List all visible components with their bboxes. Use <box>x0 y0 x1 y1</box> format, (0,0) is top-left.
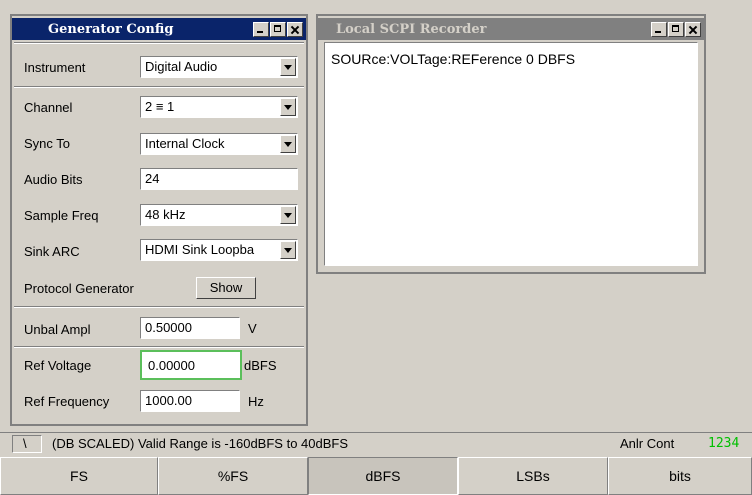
instrument-label: Instrument <box>24 60 86 75</box>
analyzer-mode: Anlr Cont <box>620 436 675 451</box>
chevron-down-icon[interactable] <box>280 135 296 153</box>
scpi-recorder-titlebar[interactable]: Local SCPI Recorder <box>318 18 704 40</box>
backslash-icon: \ <box>23 436 27 451</box>
sample-freq-select[interactable]: 48 kHz <box>140 204 298 226</box>
status-bar: \ (DB SCALED) Valid Range is -160dBFS to… <box>0 432 752 456</box>
divider <box>14 306 304 308</box>
scpi-command-line: SOURce:VOLTage:REFerence 0 DBFS <box>331 51 576 67</box>
chevron-down-icon[interactable] <box>280 206 296 224</box>
audio-bits-field[interactable]: 24 <box>140 168 298 190</box>
sink-arc-select[interactable]: HDMI Sink Loopba <box>140 239 298 261</box>
sync-to-label: Sync To <box>24 136 71 151</box>
sink-arc-label: Sink ARC <box>24 244 80 259</box>
generator-config-titlebar[interactable]: Generator Config <box>12 18 306 40</box>
chevron-down-icon[interactable] <box>280 58 296 76</box>
minimize-icon[interactable] <box>253 21 269 37</box>
softkey-bar: FS %FS dBFS LSBs bits <box>0 457 752 495</box>
audio-bits-label: Audio Bits <box>24 172 83 187</box>
scpi-recorder-window: Local SCPI Recorder SOURce:VOLTage:REFer… <box>316 14 706 274</box>
sync-to-value: Internal Clock <box>145 136 225 151</box>
instrument-value: Digital Audio <box>145 59 218 74</box>
scpi-recorder-title: Local SCPI Recorder <box>336 21 487 37</box>
chevron-down-icon[interactable] <box>280 98 296 116</box>
ref-voltage-label: Ref Voltage <box>24 358 92 373</box>
status-indicator: \ <box>12 435 42 453</box>
ref-frequency-field[interactable]: 1000.00 <box>140 390 240 412</box>
softkey-dbfs[interactable]: dBFS <box>308 457 458 495</box>
channel-label: Channel <box>24 100 73 115</box>
maximize-icon[interactable] <box>270 21 286 37</box>
protocol-generator-show-button[interactable]: Show <box>196 277 256 299</box>
ref-voltage-value: 0.00000 <box>148 358 195 373</box>
unbal-ampl-field[interactable]: 0.50000 <box>140 317 240 339</box>
divider <box>14 346 304 348</box>
ref-frequency-label: Ref Frequency <box>24 394 110 409</box>
unbal-ampl-value: 0.50000 <box>145 320 192 335</box>
ref-frequency-value: 1000.00 <box>145 393 192 408</box>
scpi-recorder-log[interactable]: SOURce:VOLTage:REFerence 0 DBFS <box>324 42 698 266</box>
status-message: (DB SCALED) Valid Range is -160dBFS to 4… <box>52 436 349 451</box>
softkey-fs[interactable]: FS <box>0 457 158 495</box>
minimize-icon[interactable] <box>651 21 667 37</box>
maximize-icon[interactable] <box>668 21 684 37</box>
softkey-lsbs[interactable]: LSBs <box>458 457 608 495</box>
close-icon[interactable] <box>287 21 303 37</box>
status-counter: 1234 <box>708 436 740 451</box>
sync-to-select[interactable]: Internal Clock <box>140 133 298 155</box>
softkey-percent-fs[interactable]: %FS <box>158 457 308 495</box>
channel-select[interactable]: 2 ≡ 1 <box>140 96 298 118</box>
unbal-ampl-label: Unbal Ampl <box>24 322 91 337</box>
sample-freq-label: Sample Freq <box>24 208 99 223</box>
generator-config-title: Generator Config <box>48 21 174 37</box>
generator-config-window: Generator Config Instrument Digital Audi… <box>10 14 308 426</box>
softkey-bits[interactable]: bits <box>608 457 752 495</box>
divider <box>14 86 304 88</box>
channel-value: 2 ≡ 1 <box>145 99 175 114</box>
protocol-generator-label: Protocol Generator <box>24 281 134 296</box>
sink-arc-value: HDMI Sink Loopba <box>145 242 255 257</box>
ref-voltage-unit: dBFS <box>244 358 277 373</box>
unbal-ampl-unit: V <box>248 321 257 336</box>
chevron-down-icon[interactable] <box>280 241 296 259</box>
close-icon[interactable] <box>685 21 701 37</box>
audio-bits-value: 24 <box>145 171 160 186</box>
ref-voltage-field[interactable]: 0.00000 <box>140 350 242 380</box>
ref-frequency-unit: Hz <box>248 394 264 409</box>
divider <box>14 42 304 44</box>
sample-freq-value: 48 kHz <box>145 207 186 222</box>
instrument-select[interactable]: Digital Audio <box>140 56 298 78</box>
